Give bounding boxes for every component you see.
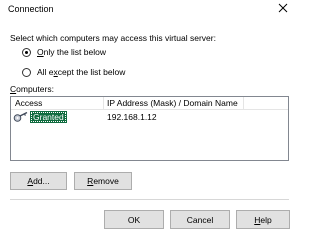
- cancel-button[interactable]: Cancel: [170, 210, 230, 229]
- column-separator[interactable]: [103, 97, 104, 109]
- close-icon: [278, 3, 288, 13]
- remove-button[interactable]: Remove: [74, 172, 132, 190]
- key-icon: [13, 111, 28, 122]
- column-separator[interactable]: [243, 97, 244, 109]
- list-header: Access IP Address (Mask) / Domain Name: [11, 97, 288, 110]
- radio-button-checked[interactable]: [22, 47, 31, 57]
- radio-label-all-except: All except the list below: [37, 67, 126, 77]
- add-button[interactable]: Add...: [10, 172, 67, 190]
- ok-button-label: OK: [127, 214, 141, 225]
- computers-list[interactable]: Access IP Address (Mask) / Domain Name G…: [10, 96, 289, 161]
- radio-label-only-list: Only the list below: [37, 47, 106, 57]
- ok-button[interactable]: OK: [104, 210, 164, 229]
- help-button[interactable]: Help: [236, 210, 290, 229]
- add-button-label: Add...: [27, 176, 50, 186]
- radio-only-list[interactable]: Only the list below: [22, 47, 106, 57]
- divider: [10, 199, 289, 200]
- column-header-access[interactable]: Access: [15, 98, 42, 108]
- cancel-button-label: Cancel: [186, 214, 214, 225]
- radio-all-except[interactable]: All except the list below: [22, 67, 125, 77]
- access-value: Granted: [30, 111, 67, 123]
- window-title: Connection: [8, 4, 54, 14]
- help-button-label: Help: [254, 214, 272, 225]
- access-prompt: Select which computers may access this v…: [10, 33, 216, 43]
- close-button[interactable]: [276, 1, 290, 15]
- address-value: 192.168.1.12: [107, 112, 157, 122]
- access-cell: Granted: [13, 111, 67, 123]
- column-header-address[interactable]: IP Address (Mask) / Domain Name: [107, 98, 238, 108]
- remove-button-label: Remove: [87, 176, 119, 186]
- computers-label: Computers:: [10, 84, 54, 94]
- computers-label-rest: omputers:: [16, 84, 54, 94]
- table-row[interactable]: Granted 192.168.1.12: [11, 111, 288, 125]
- radio-button-unchecked[interactable]: [22, 67, 31, 77]
